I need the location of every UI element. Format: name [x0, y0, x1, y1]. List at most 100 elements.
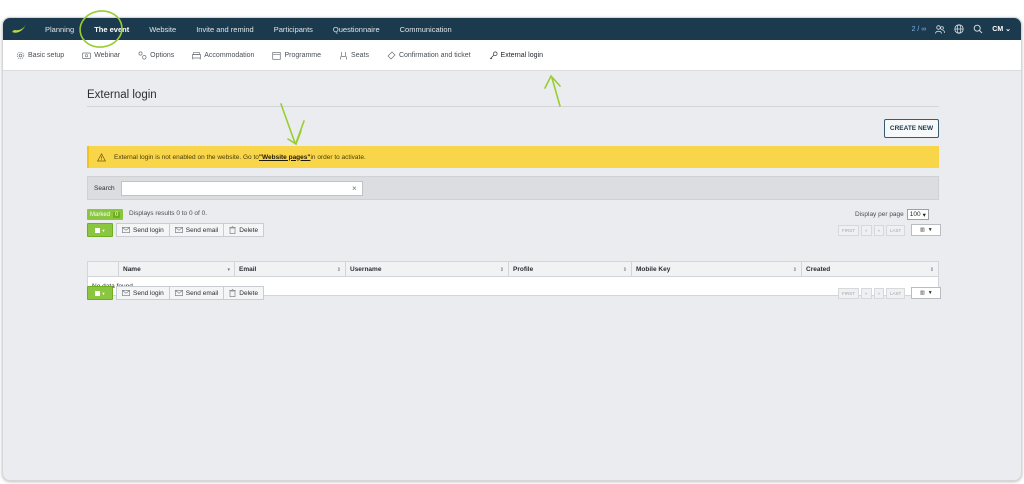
- warning-text-after: in order to activate.: [310, 153, 366, 161]
- send-login-button[interactable]: Send login: [116, 286, 170, 300]
- subnav-webinar[interactable]: Webinar: [73, 40, 129, 71]
- envelope-icon: [174, 290, 183, 296]
- sub-navigation: Basic setup Webinar Options Accommodatio…: [3, 40, 1021, 71]
- select-all-checkbox[interactable]: ▼: [87, 286, 113, 300]
- header-profile[interactable]: Profile ⇕: [508, 262, 631, 277]
- results-summary: Displays results 0 to 0 of 0.: [129, 210, 208, 217]
- top-navigation: Planning The event Website Invite and re…: [3, 18, 1021, 40]
- header-username[interactable]: Username ⇕: [345, 262, 508, 277]
- send-email-label: Send email: [185, 226, 219, 234]
- nav-invite-and-remind[interactable]: Invite and remind: [186, 18, 264, 40]
- send-login-button[interactable]: Send login: [116, 223, 170, 237]
- caret-down-icon: ▼: [927, 227, 933, 233]
- subnav-accommodation[interactable]: Accommodation: [183, 40, 263, 71]
- columns-icon: ▥: [919, 227, 925, 233]
- pager-last[interactable]: LAST: [886, 224, 906, 236]
- sort-icon: ⇕: [929, 266, 934, 273]
- user-menu[interactable]: CM ⌄: [992, 25, 1011, 33]
- pager-prev[interactable]: «: [861, 287, 872, 299]
- warning-icon: [97, 152, 106, 161]
- bulk-toolbar-bottom: ▼ Send login Send email Delete: [87, 286, 265, 300]
- envelope-icon: [122, 227, 130, 233]
- nav-website[interactable]: Website: [139, 18, 186, 40]
- sort-icon: ▾: [227, 266, 230, 273]
- app-window: Planning The event Website Invite and re…: [2, 17, 1022, 481]
- header-mobile-key[interactable]: Mobile Key ⇕: [631, 262, 801, 277]
- subnav-programme[interactable]: Programme: [263, 40, 330, 71]
- subnav-basic-setup[interactable]: Basic setup: [7, 40, 73, 71]
- pager-last[interactable]: LAST: [886, 287, 906, 299]
- people-icon[interactable]: [935, 24, 946, 34]
- per-page-label: Display per page: [855, 211, 904, 218]
- subnav-external-login[interactable]: External login: [480, 40, 552, 71]
- header-select-column: [88, 262, 118, 277]
- header-label: Profile: [513, 266, 534, 273]
- clear-search-icon[interactable]: ×: [352, 184, 357, 193]
- chevron-down-icon: ▾: [922, 211, 926, 219]
- header-label: Email: [239, 266, 257, 273]
- delete-button[interactable]: Delete: [224, 223, 265, 237]
- marked-badge: Marked 0: [87, 209, 124, 220]
- send-email-button[interactable]: Send email: [169, 286, 225, 300]
- pager-next[interactable]: »: [873, 287, 885, 299]
- search-icon[interactable]: [973, 24, 983, 34]
- pager-next[interactable]: »: [873, 224, 885, 236]
- checkbox-icon: [94, 290, 100, 296]
- subnav-confirmation-and-ticket[interactable]: Confirmation and ticket: [378, 40, 480, 71]
- ticket-icon: [387, 51, 396, 60]
- title-divider: [87, 106, 939, 107]
- nav-the-event[interactable]: The event: [84, 18, 139, 40]
- search-label: Search: [94, 184, 115, 192]
- column-chooser-button[interactable]: ▥ ▼: [911, 224, 942, 236]
- header-label: Created: [806, 266, 831, 273]
- sort-icon: ⇕: [336, 266, 341, 273]
- delete-button[interactable]: Delete: [224, 286, 265, 300]
- calendar-icon: [272, 51, 282, 60]
- options-icon: [138, 51, 147, 60]
- header-name[interactable]: Name ▾: [118, 262, 234, 277]
- pager-first[interactable]: FIRST: [838, 224, 859, 236]
- pager-top: FIRST « » LAST ▥ ▼: [838, 224, 942, 236]
- envelope-icon: [122, 290, 130, 296]
- subnav-label: Webinar: [94, 51, 121, 59]
- pager-prev[interactable]: «: [861, 224, 872, 236]
- marked-count: 0: [113, 211, 121, 218]
- columns-icon: ▥: [919, 290, 925, 296]
- checkbox-icon: [94, 227, 100, 233]
- chevron-down-icon: ⌄: [1005, 26, 1011, 33]
- sort-icon: ⇕: [622, 266, 627, 273]
- website-pages-link[interactable]: "Website pages": [259, 154, 311, 161]
- nav-planning[interactable]: Planning: [35, 18, 84, 40]
- pager-first[interactable]: FIRST: [838, 287, 859, 299]
- table-header: Name ▾ Email ⇕ Username ⇕ Profile ⇕ Mobile K…: [88, 262, 938, 277]
- nav-communication[interactable]: Communication: [390, 18, 462, 40]
- video-icon: [82, 51, 92, 60]
- header-label: Name: [123, 266, 141, 273]
- send-email-label: Send email: [185, 289, 219, 297]
- create-new-button[interactable]: CREATE NEW: [884, 119, 939, 138]
- sort-icon: ⇕: [792, 266, 797, 273]
- globe-icon[interactable]: [954, 24, 964, 34]
- header-email[interactable]: Email ⇕: [234, 262, 345, 277]
- warning-text-before: External login is not enabled on the web…: [114, 153, 259, 161]
- select-all-checkbox[interactable]: ▼: [87, 223, 113, 237]
- subnav-label: Basic setup: [28, 51, 65, 59]
- per-page-select[interactable]: 100 ▾: [906, 209, 929, 220]
- column-chooser-button[interactable]: ▥ ▼: [911, 287, 942, 299]
- subnav-seats[interactable]: Seats: [330, 40, 378, 71]
- nav-questionnaire[interactable]: Questionnaire: [323, 18, 390, 40]
- subnav-options[interactable]: Options: [129, 40, 183, 71]
- send-email-button[interactable]: Send email: [169, 223, 225, 237]
- search-input[interactable]: ×: [120, 180, 363, 196]
- subnav-label: Options: [150, 51, 175, 59]
- delete-label: Delete: [239, 226, 259, 234]
- header-created[interactable]: Created ⇕: [801, 262, 938, 277]
- per-page-control: Display per page 100 ▾: [855, 209, 929, 220]
- top-right-tools: 2 / ∞ CM ⌄: [912, 24, 1021, 34]
- logo-icon[interactable]: [11, 23, 27, 35]
- warning-banner: External login is not enabled on the web…: [87, 146, 939, 168]
- header-label: Mobile Key: [636, 266, 671, 273]
- nav-participants[interactable]: Participants: [264, 18, 323, 40]
- per-page-value: 100: [909, 211, 921, 218]
- caret-down-icon: ▼: [101, 290, 106, 296]
